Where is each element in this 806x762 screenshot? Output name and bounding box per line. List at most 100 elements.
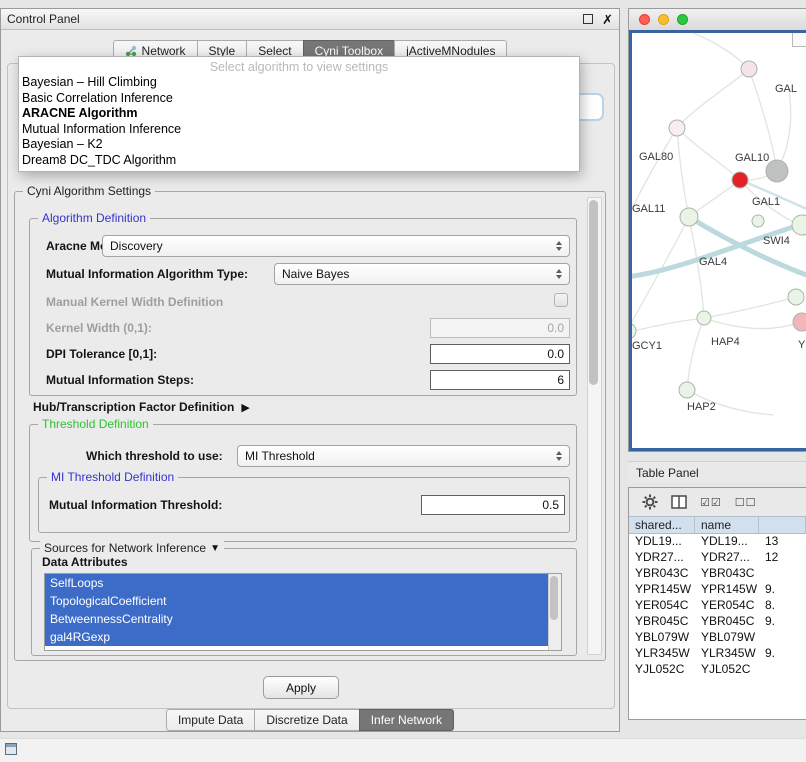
algorithm-option[interactable]: Bayesian – Hill Climbing [19, 75, 579, 91]
float-window-icon[interactable] [583, 14, 593, 24]
scrollbar-button[interactable] [792, 33, 806, 47]
table-cell: YBR045C [695, 614, 759, 630]
sources-group: Sources for Network Inference ▼ Data Att… [31, 548, 577, 656]
mi-type-label: Mutual Information Algorithm Type: [46, 267, 248, 281]
column-header[interactable]: shared... [629, 517, 695, 533]
network-node[interactable] [669, 120, 685, 136]
network-node[interactable] [679, 382, 695, 398]
table-row[interactable]: YDL19...YDL19...13 [629, 534, 806, 550]
gear-icon[interactable] [642, 494, 658, 510]
network-view-window: GALGAL80GAL10GAL11GAL1SWI4GAL4GCY1HAP4HA… [628, 8, 806, 452]
table-cell: YJL052C [629, 662, 695, 678]
kernel-width-label: Kernel Width (0,1): [46, 321, 152, 335]
mi-steps-field[interactable] [430, 370, 570, 390]
algorithm-definition-group: Algorithm Definition Aracne Mode: Discov… [29, 218, 577, 396]
network-edge [704, 297, 796, 318]
which-threshold-label: Which threshold to use: [86, 449, 223, 463]
combo-value: MI Threshold [245, 449, 315, 463]
table-cell [759, 566, 806, 582]
network-node[interactable] [766, 160, 788, 182]
table-row[interactable]: YJL052CYJL052C [629, 662, 806, 678]
network-edge [704, 318, 802, 329]
hub-tf-definition-toggle[interactable]: Hub/Transcription Factor Definition ▶ [33, 400, 250, 414]
clear-all-checks-icon[interactable]: ☐☐ [735, 496, 757, 509]
minimize-traffic-light[interactable] [658, 14, 669, 25]
table-cell: YJL052C [695, 662, 759, 678]
network-node[interactable] [788, 289, 804, 305]
table-row[interactable]: YBR045CYBR045C9. [629, 614, 806, 630]
list-scrollbar[interactable] [548, 574, 561, 650]
table-cell: 8. [759, 598, 806, 614]
attribute-item[interactable]: SelfLoops [45, 574, 548, 592]
network-node[interactable] [741, 61, 757, 77]
network-window-titlebar [629, 9, 806, 31]
tab-infer-network[interactable]: Infer Network [359, 709, 454, 731]
manual-kernel-label: Manual Kernel Width Definition [46, 295, 223, 309]
aracne-mode-combo[interactable]: Discovery [102, 235, 570, 257]
network-node-label: GAL11 [632, 203, 665, 215]
dpi-tolerance-field[interactable] [430, 344, 570, 364]
sources-toggle[interactable]: Sources for Network Inference ▼ [40, 541, 224, 555]
column-header[interactable]: name [695, 517, 759, 533]
mi-algorithm-type-combo[interactable]: Naive Bayes [274, 263, 570, 285]
attribute-item[interactable]: TopologicalCoefficient [45, 592, 548, 610]
attribute-item[interactable]: gal4RGexp [45, 628, 548, 646]
table-row[interactable]: YBL079WYBL079W [629, 630, 806, 646]
settings-scrollbar[interactable] [587, 197, 602, 655]
network-edge [677, 128, 740, 180]
table-panel-title: Table Panel [628, 461, 806, 483]
network-node[interactable] [697, 311, 711, 325]
network-edge [677, 128, 689, 217]
network-node[interactable] [793, 313, 806, 331]
algorithm-option[interactable]: Mutual Information Inference [19, 122, 579, 138]
table-row[interactable]: YLR345WYLR345W9. [629, 646, 806, 662]
bottom-strip [0, 738, 806, 762]
network-node[interactable] [632, 323, 636, 339]
network-node[interactable] [680, 208, 698, 226]
tab-impute-data[interactable]: Impute Data [166, 709, 255, 731]
network-node[interactable] [792, 215, 806, 235]
algorithm-option[interactable]: Basic Correlation Inference [19, 91, 579, 107]
close-traffic-light[interactable] [639, 14, 650, 25]
table-cell: YER054C [695, 598, 759, 614]
add-column-icon[interactable] [671, 495, 687, 509]
table-cell: YBL079W [695, 630, 759, 646]
table-row[interactable]: YER054CYER054C8. [629, 598, 806, 614]
table-cell: YLR345W [629, 646, 695, 662]
scrollbar-thumb[interactable] [550, 576, 558, 620]
restore-panel-icon[interactable] [5, 743, 17, 755]
table-row[interactable]: YBR043CYBR043C [629, 566, 806, 582]
network-canvas[interactable]: GALGAL80GAL10GAL11GAL1SWI4GAL4GCY1HAP4HA… [629, 30, 806, 451]
network-node-label: HAP4 [711, 336, 740, 348]
zoom-traffic-light[interactable] [677, 14, 688, 25]
network-edge [687, 318, 704, 390]
data-attributes-list: SelfLoopsTopologicalCoefficientBetweenne… [44, 573, 562, 651]
network-node-label: GAL1 [752, 196, 780, 208]
table-row[interactable]: YPR145WYPR145W9. [629, 582, 806, 598]
algorithm-option[interactable]: ARACNE Algorithm [19, 106, 579, 122]
collapse-arrow-icon: ▼ [210, 543, 220, 554]
network-edge [777, 85, 791, 171]
network-node[interactable] [732, 172, 748, 188]
close-icon[interactable]: ✗ [602, 13, 613, 26]
tab-discretize-data[interactable]: Discretize Data [254, 709, 359, 731]
scrollbar-thumb[interactable] [589, 200, 598, 385]
algorithm-option[interactable]: Bayesian – K2 [19, 137, 579, 153]
network-node[interactable] [752, 215, 764, 227]
table-cell: 12 [759, 550, 806, 566]
apply-button[interactable]: Apply [263, 676, 339, 699]
which-threshold-combo[interactable]: MI Threshold [237, 445, 570, 467]
dpi-tolerance-label: DPI Tolerance [0,1]: [46, 347, 157, 361]
tab-label: Discretize Data [266, 713, 347, 727]
stepper-icon [556, 269, 562, 279]
select-all-checks-icon[interactable]: ☑☑ [700, 496, 722, 509]
combo-value: Discovery [110, 239, 163, 253]
network-edge [680, 33, 749, 69]
table-cell: YBR045C [629, 614, 695, 630]
mi-threshold-field[interactable] [421, 495, 565, 515]
table-cell: YPR145W [695, 582, 759, 598]
algorithm-option[interactable]: Dream8 DC_TDC Algorithm [19, 153, 579, 169]
attribute-item[interactable]: BetweennessCentrality [45, 610, 548, 628]
table-row[interactable]: YDR27...YDR27...12 [629, 550, 806, 566]
column-header[interactable] [759, 517, 806, 533]
